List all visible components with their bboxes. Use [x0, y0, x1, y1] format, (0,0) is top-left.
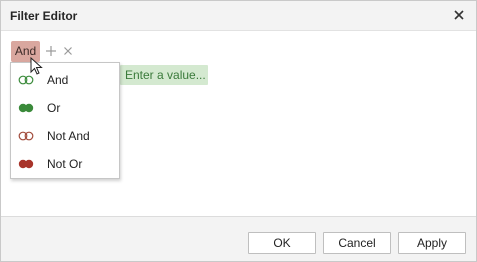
ok-button[interactable]: OK	[248, 232, 316, 254]
dialog-title: Filter Editor	[10, 9, 78, 23]
and-icon	[18, 75, 34, 85]
menu-item-not-and[interactable]: Not And	[12, 122, 118, 150]
not-or-icon	[18, 159, 34, 169]
remove-group-icon[interactable]	[63, 46, 73, 56]
close-icon[interactable]	[452, 8, 466, 22]
or-icon	[18, 103, 34, 113]
menu-item-label: Or	[47, 101, 61, 115]
cancel-button[interactable]: Cancel	[323, 232, 391, 254]
menu-item-label: Not Or	[47, 157, 83, 171]
group-operator-menu: And Or Not And Not Or	[10, 62, 120, 179]
not-and-icon	[18, 131, 34, 141]
menu-item-and[interactable]: And	[12, 66, 118, 94]
condition-value-editor[interactable]: Enter a value...	[120, 65, 208, 85]
filter-editor-dialog: Filter Editor And Enter a value... And O…	[0, 0, 477, 262]
dialog-footer: OK Cancel Apply	[1, 216, 476, 261]
menu-item-not-or[interactable]: Not Or	[12, 150, 118, 178]
add-condition-icon[interactable]	[45, 45, 57, 57]
group-operator-button[interactable]: And	[11, 41, 40, 62]
apply-button[interactable]: Apply	[398, 232, 466, 254]
menu-item-label: And	[47, 73, 69, 87]
title-bar: Filter Editor	[1, 1, 476, 31]
menu-item-label: Not And	[47, 129, 90, 143]
menu-item-or[interactable]: Or	[12, 94, 118, 122]
filter-editor-area: And Enter a value... And Or Not And Not …	[1, 32, 476, 216]
